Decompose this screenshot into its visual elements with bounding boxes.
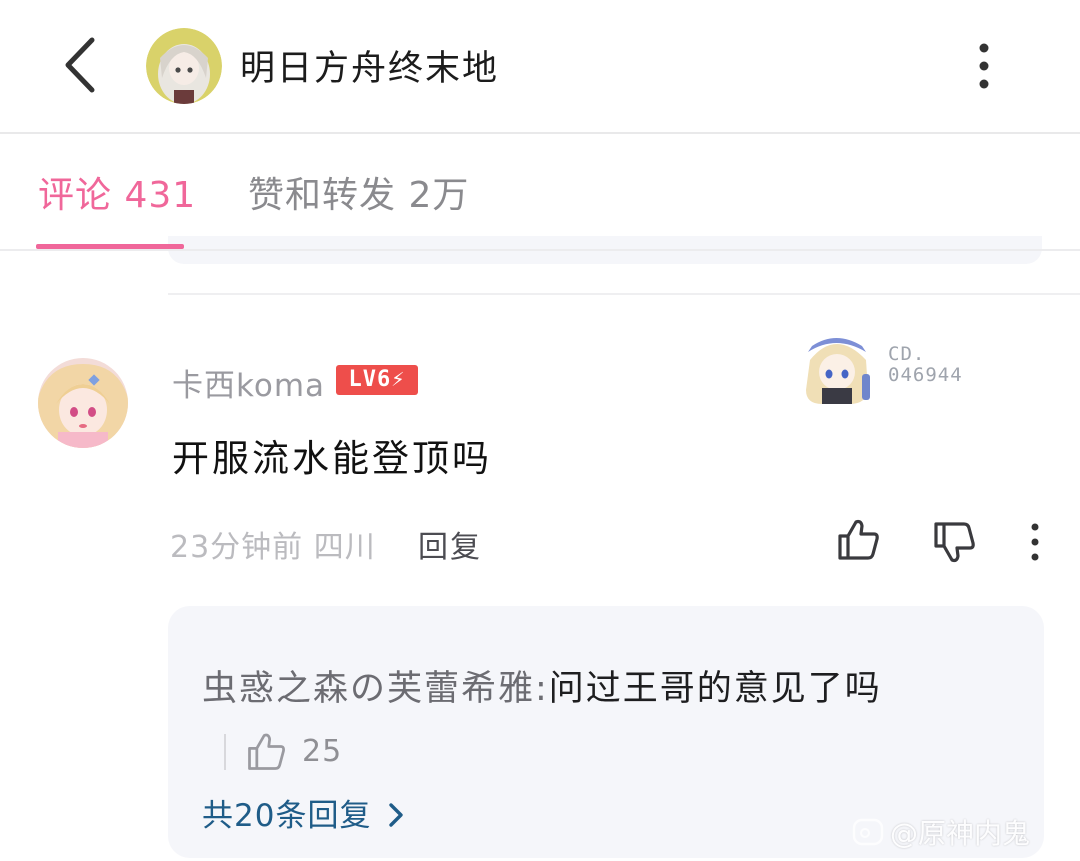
user-avatar[interactable] (38, 358, 128, 448)
reply-button[interactable]: 回复 (418, 522, 482, 566)
chevron-left-icon (65, 37, 95, 93)
header-divider (0, 132, 1080, 134)
channel-avatar[interactable] (146, 28, 222, 104)
view-all-replies-label: 共20条回复 (202, 798, 372, 834)
comment-username[interactable]: 卡西koma (172, 360, 325, 405)
comment-time-location: 23分钟前 四川 (170, 530, 376, 565)
fan-badge-line1: CD. (888, 343, 926, 365)
dislike-button[interactable] (930, 518, 978, 566)
weibo-logo-icon (852, 818, 884, 846)
comment-more-button[interactable] (1024, 520, 1046, 564)
comment-separator (168, 293, 1080, 295)
fan-badge-avatar[interactable] (800, 330, 874, 406)
fan-badge-number: CD. 046944 (888, 344, 963, 386)
tab-comments[interactable]: 评论 431 (38, 166, 196, 218)
first-reply[interactable]: 虫惑之森の芙蕾希雅:问过王哥的意见了吗 25 (202, 658, 962, 783)
comment-text: 开服流水能登顶吗 (172, 437, 492, 480)
reply-like-divider (224, 734, 226, 770)
back-button[interactable] (52, 30, 112, 100)
level-badge: LV6⚡ (336, 365, 418, 395)
chevron-right-icon (389, 803, 404, 827)
reply-content: 问过王哥的意见了吗 (548, 669, 882, 709)
reply-author[interactable]: 虫惑之森の芙蕾希雅: (202, 669, 549, 709)
reply-like-count: 25 (302, 734, 343, 769)
thumbs-up-icon (248, 733, 285, 770)
thumbs-up-icon (838, 519, 879, 560)
more-vertical-icon (1031, 523, 1039, 561)
view-all-replies-link[interactable]: 共20条回复 (202, 790, 411, 835)
more-options-button[interactable] (966, 40, 1002, 92)
watermark: @原神内鬼 (852, 812, 1030, 852)
channel-title: 明日方舟终末地 (240, 49, 500, 89)
tab-likes-reposts[interactable]: 赞和转发 2万 (248, 166, 469, 218)
watermark-text: @原神内鬼 (890, 817, 1031, 850)
level-badge-label: LV6 (348, 367, 392, 392)
fan-badge-line2: 046944 (888, 364, 963, 386)
like-button[interactable] (834, 516, 882, 564)
tabs-divider (0, 249, 1080, 251)
thumbs-down-icon (934, 522, 975, 563)
more-vertical-icon (979, 43, 989, 89)
reply-like[interactable]: 25 (206, 721, 342, 783)
